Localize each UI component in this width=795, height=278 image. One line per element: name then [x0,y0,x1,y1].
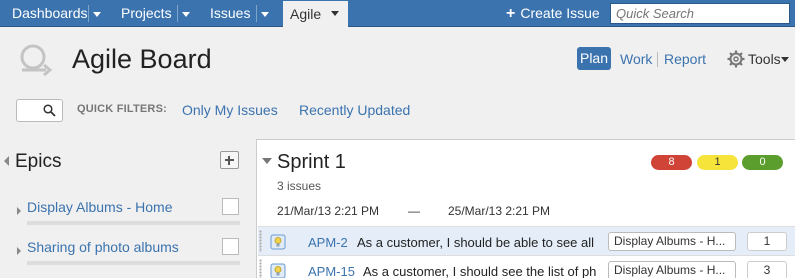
expand-epic-icon[interactable] [17,247,21,255]
plus-icon: + [506,5,516,22]
epic-progress-bar [27,261,240,265]
issue-key[interactable]: APM-2 [308,235,348,250]
nav-agile[interactable]: Agile [283,1,348,27]
sprint-collapse-icon[interactable] [262,158,272,164]
issue-story-points: 3 [747,261,787,278]
quick-filter-only-my-issues[interactable]: Only My Issues [182,102,278,118]
nav-dashboards-dropdown-icon[interactable] [88,5,104,22]
epic-name[interactable]: Display Albums - Home [27,199,173,215]
quick-search-input[interactable] [610,3,790,24]
issue-summary: As a customer, I should be able to see a… [357,235,595,250]
issue-epic-label[interactable]: Display Albums - H... [608,261,736,278]
sprint-end-date: 25/Mar/13 2:21 PM [448,204,551,218]
epics-collapse-icon[interactable] [4,156,9,166]
page-title: Agile Board [72,44,212,74]
todo-count-badge: 8 [651,155,692,170]
mode-divider [657,52,658,67]
issue-summary: As a customer, I should see the list of … [363,264,597,278]
nav-issues-dropdown-icon[interactable] [256,5,272,22]
issue-row[interactable]: APM-15 As a customer, I should see the l… [258,255,795,278]
epic-checkbox[interactable] [222,238,239,255]
epics-title: Epics [15,151,62,172]
epic-item[interactable]: Sharing of photo albums [15,238,240,265]
create-issue-label: Create Issue [520,5,600,21]
tools-dropdown-icon[interactable] [781,57,789,62]
work-mode-link[interactable]: Work [620,51,652,67]
epic-checkbox[interactable] [222,198,239,215]
sprint-issue-count: 3 issues [277,179,322,193]
in-progress-count-badge: 1 [697,155,738,170]
issue-row[interactable]: APM-2 As a customer, I should be able to… [258,226,795,255]
nav-issues[interactable]: Issues [210,0,250,27]
issue-story-points: 1 [747,232,787,251]
sprint-start-date: 21/Mar/13 2:21 PM [277,204,380,218]
epic-progress-bar [27,221,240,225]
nav-agile-label: Agile [290,6,322,22]
drag-handle-icon[interactable] [259,230,262,252]
story-icon [270,263,286,278]
epic-name[interactable]: Sharing of photo albums [27,239,179,255]
story-icon [270,234,286,250]
top-navigation-bar: Dashboards Projects Issues Agile + Create… [0,0,795,27]
done-count-badge: 0 [742,155,783,170]
epic-item[interactable]: Display Albums - Home [15,198,240,225]
plan-mode-button[interactable]: Plan [577,47,611,70]
filter-search-input[interactable] [16,99,63,122]
expand-epic-icon[interactable] [17,207,21,215]
nav-projects[interactable]: Projects [121,0,172,27]
report-mode-link[interactable]: Report [664,51,706,67]
issue-epic-label[interactable]: Display Albums - H... [608,232,736,251]
drag-handle-icon[interactable] [259,259,262,278]
tools-menu[interactable]: Tools [748,51,781,67]
search-icon [43,104,56,117]
add-epic-button[interactable] [220,151,239,169]
create-issue-button[interactable]: + Create Issue [506,0,600,27]
sprint-title: Sprint 1 [277,151,346,173]
nav-dashboards[interactable]: Dashboards [12,0,88,27]
nav-agile-dropdown-icon[interactable] [331,11,339,16]
nav-projects-dropdown-icon[interactable] [177,5,193,22]
quick-filter-recently-updated[interactable]: Recently Updated [299,102,410,118]
issue-key[interactable]: APM-15 [308,264,355,278]
quick-filters-label: QUICK FILTERS: [77,103,167,115]
gear-icon[interactable] [727,50,745,68]
agile-board-logo-icon [20,44,52,77]
sprint-date-separator: — [408,204,420,218]
